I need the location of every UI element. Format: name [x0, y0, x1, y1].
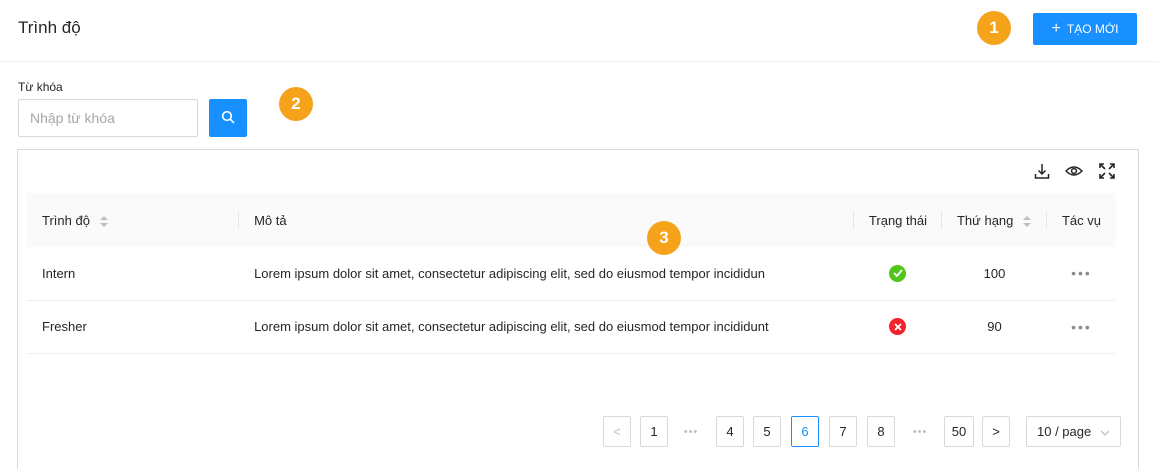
description-cell: Lorem ipsum dolor sit amet, consectetur … [239, 300, 854, 354]
column-header-level[interactable]: Trình độ [27, 193, 240, 247]
rank-cell: 90 [941, 300, 1047, 354]
fullscreen-icon[interactable] [1097, 161, 1117, 181]
page-size-select[interactable]: 10 / page [1026, 416, 1121, 447]
page-button-6[interactable]: 6 [791, 416, 819, 447]
actions-cell[interactable]: ••• [1046, 247, 1116, 301]
eye-icon[interactable] [1064, 161, 1084, 181]
next-page-button[interactable]: > [982, 416, 1010, 447]
page-button-50[interactable]: 50 [944, 416, 974, 447]
table-header-row: Trình độ Mô tả Trạng thái Thứ hạng Tác v… [27, 193, 1116, 247]
level-cell: Intern [27, 247, 240, 301]
description-cell: Lorem ipsum dolor sit amet, consectetur … [239, 247, 854, 301]
level-cell: Fresher [27, 300, 240, 354]
step-badge-3: 3 [647, 221, 681, 255]
page-button-7[interactable]: 7 [829, 416, 857, 447]
actions-cell[interactable]: ••• [1046, 300, 1116, 354]
search-button[interactable] [209, 99, 247, 137]
pagination-ellipsis[interactable]: ••• [677, 416, 705, 447]
page-button-1[interactable]: 1 [640, 416, 668, 447]
close-circle-icon [889, 318, 907, 335]
column-header-rank[interactable]: Thứ hạng [941, 193, 1047, 247]
more-icon[interactable]: ••• [1071, 319, 1092, 335]
levels-table: Trình độ Mô tả Trạng thái Thứ hạng Tác v… [27, 193, 1116, 354]
page-button-4[interactable]: 4 [716, 416, 744, 447]
check-circle-icon [889, 264, 907, 282]
status-cell [853, 300, 942, 354]
table-row: Intern Lorem ipsum dolor sit amet, conse… [27, 247, 1116, 301]
column-header-status: Trạng thái [853, 193, 942, 247]
sort-icon[interactable] [1023, 215, 1032, 227]
column-header-description: Mô tả [239, 193, 854, 247]
download-icon[interactable] [1032, 161, 1052, 181]
column-header-actions: Tác vụ [1046, 193, 1116, 247]
more-icon[interactable]: ••• [1071, 265, 1092, 281]
keyword-input[interactable] [18, 99, 198, 137]
keyword-label: Từ khóa [18, 80, 63, 94]
step-badge-2: 2 [279, 87, 313, 121]
sort-icon[interactable] [99, 215, 108, 227]
step-badge-1: 1 [977, 11, 1011, 45]
search-icon [221, 110, 235, 127]
page-size-value: 10 / page [1037, 424, 1092, 439]
table-row: Fresher Lorem ipsum dolor sit amet, cons… [27, 300, 1116, 354]
page-title: Trình độ [18, 18, 81, 37]
create-new-button[interactable]: + TẠO MỚI [1033, 13, 1137, 45]
status-cell [853, 247, 942, 301]
page-button-8[interactable]: 8 [867, 416, 895, 447]
plus-icon: + [1051, 20, 1061, 37]
page-button-5[interactable]: 5 [753, 416, 781, 447]
rank-cell: 100 [941, 247, 1047, 301]
chevron-down-icon [1100, 424, 1110, 439]
create-new-label: TẠO MỚI [1066, 22, 1119, 36]
pagination-ellipsis[interactable]: ••• [906, 416, 934, 447]
prev-page-button[interactable]: < [603, 416, 631, 447]
